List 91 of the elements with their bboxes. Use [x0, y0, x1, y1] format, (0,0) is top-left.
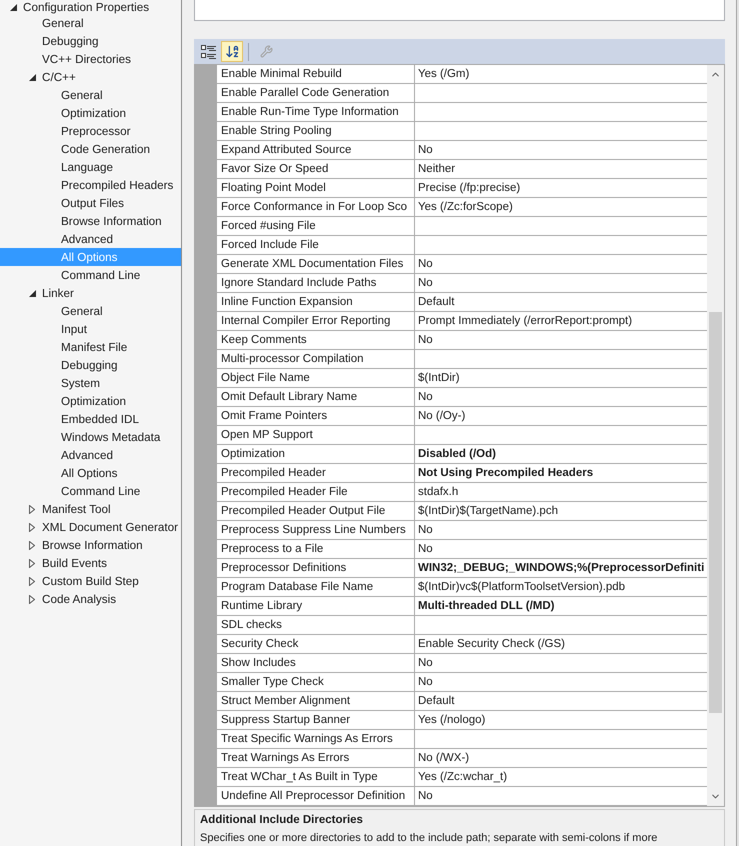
property-name[interactable]: Enable Minimal Rebuild	[217, 65, 415, 84]
property-name[interactable]: Force Conformance in For Loop Sco	[217, 198, 415, 217]
tree-item[interactable]: Debugging	[0, 32, 181, 50]
property-name[interactable]: Suppress Startup Banner	[217, 711, 415, 730]
wrench-icon	[260, 45, 272, 58]
scroll-down-button[interactable]	[707, 787, 724, 806]
collapsed-arrow-icon[interactable]	[29, 594, 35, 604]
property-name[interactable]: Floating Point Model	[217, 179, 415, 198]
collapsed-arrow-icon[interactable]	[29, 522, 35, 532]
tree-item[interactable]: XML Document Generator	[0, 518, 181, 536]
tree-item[interactable]: Preprocessor	[0, 122, 181, 140]
property-name[interactable]: Precompiled Header Output File	[217, 502, 415, 521]
property-name[interactable]: Program Database File Name	[217, 578, 415, 597]
tree-item[interactable]: C/C++	[0, 68, 181, 86]
property-name[interactable]: Expand Attributed Source	[217, 141, 415, 160]
property-name[interactable]: Treat Specific Warnings As Errors	[217, 730, 415, 749]
scroll-up-button[interactable]	[707, 65, 724, 84]
tree-item[interactable]: Linker	[0, 284, 181, 302]
property-name[interactable]: Struct Member Alignment	[217, 692, 415, 711]
tree-item[interactable]: Language	[0, 158, 181, 176]
tree-item[interactable]: Custom Build Step	[0, 572, 181, 590]
property-name[interactable]: Preprocess Suppress Line Numbers	[217, 521, 415, 540]
tree-item[interactable]: Code Analysis	[0, 590, 181, 608]
property-name[interactable]: Enable String Pooling	[217, 122, 415, 141]
tree-item[interactable]: Output Files	[0, 194, 181, 212]
tree-item[interactable]: Configuration Properties	[0, 0, 181, 14]
property-name[interactable]: Open MP Support	[217, 426, 415, 445]
property-name[interactable]: Enable Run-Time Type Information	[217, 103, 415, 122]
alphabetical-sort-button[interactable]	[221, 41, 243, 62]
property-name[interactable]: Preprocess to a File	[217, 540, 415, 559]
tree-item[interactable]: Command Line	[0, 266, 181, 284]
property-name[interactable]: Forced Include File	[217, 236, 415, 255]
tree-item[interactable]: General	[0, 302, 181, 320]
tree-item[interactable]: General	[0, 86, 181, 104]
scrollbar-thumb[interactable]	[709, 312, 722, 713]
property-name[interactable]: Enable Parallel Code Generation	[217, 84, 415, 103]
property-name[interactable]: Internal Compiler Error Reporting	[217, 312, 415, 331]
tree-item[interactable]: Command Line	[0, 482, 181, 500]
property-name[interactable]: Ignore Standard Include Paths	[217, 274, 415, 293]
tree-item[interactable]: Advanced	[0, 446, 181, 464]
sort-alphabetical-icon	[224, 44, 240, 59]
collapsed-arrow-icon[interactable]	[29, 576, 35, 586]
tree-item[interactable]: Embedded IDL	[0, 410, 181, 428]
collapsed-arrow-icon[interactable]	[29, 504, 35, 514]
tree-item[interactable]: Optimization	[0, 392, 181, 410]
expanded-arrow-icon[interactable]	[29, 290, 36, 296]
tree-item[interactable]: General	[0, 14, 181, 32]
tree-item[interactable]: VC++ Directories	[0, 50, 181, 68]
tree-item[interactable]: Code Generation	[0, 140, 181, 158]
property-name[interactable]: Keep Comments	[217, 331, 415, 350]
tree-item[interactable]: Browse Information	[0, 536, 181, 554]
tree-item[interactable]: Precompiled Headers	[0, 176, 181, 194]
property-name[interactable]: Show Includes	[217, 654, 415, 673]
property-name[interactable]: Treat WChar_t As Built in Type	[217, 768, 415, 787]
property-name[interactable]: Treat Warnings As Errors	[217, 749, 415, 768]
property-name[interactable]: Optimization	[217, 445, 415, 464]
property-name[interactable]: Multi-processor Compilation	[217, 350, 415, 369]
property-name[interactable]: SDL checks	[217, 616, 415, 635]
description-text: Specifies one or more directories to add to the include path; separate with semi-colons if more	[200, 831, 658, 846]
property-name[interactable]: Forced #using File	[217, 217, 415, 236]
tree-item[interactable]: Optimization	[0, 104, 181, 122]
tree-item[interactable]: Manifest File	[0, 338, 181, 356]
tree-item[interactable]: Browse Information	[0, 212, 181, 230]
list-icon	[200, 44, 216, 58]
property-name[interactable]: Omit Default Library Name	[217, 388, 415, 407]
text-area[interactable]	[194, 0, 725, 21]
property-name[interactable]: Inline Function Expansion	[217, 293, 415, 312]
collapsed-arrow-icon[interactable]	[29, 558, 35, 568]
property-name[interactable]: Precompiled Header	[217, 464, 415, 483]
description-title: Additional Include Directories	[200, 813, 364, 828]
tree-item[interactable]: Debugging	[0, 356, 181, 374]
property-name[interactable]: Precompiled Header File	[217, 483, 415, 502]
property-name[interactable]: Undefine All Preprocessor Definition	[217, 787, 415, 806]
property-name[interactable]: Generate XML Documentation Files	[217, 255, 415, 274]
tree-item[interactable]: Manifest Tool	[0, 500, 181, 518]
tree-item[interactable]: Build Events	[0, 554, 181, 572]
property-name[interactable]: Omit Frame Pointers	[217, 407, 415, 426]
property-name[interactable]: Smaller Type Check	[217, 673, 415, 692]
tree-item[interactable]: System	[0, 374, 181, 392]
expanded-arrow-icon[interactable]	[29, 74, 36, 80]
property-name[interactable]: Runtime Library	[217, 597, 415, 616]
property-name[interactable]: Security Check	[217, 635, 415, 654]
property-name[interactable]: Object File Name	[217, 369, 415, 388]
property-name[interactable]: Favor Size Or Speed	[217, 160, 415, 179]
tree-item[interactable]: Windows Metadata	[0, 428, 181, 446]
tree-item[interactable]: Input	[0, 320, 181, 338]
tree-item[interactable]: Advanced	[0, 230, 181, 248]
collapsed-arrow-icon[interactable]	[29, 540, 35, 550]
expanded-arrow-icon[interactable]	[10, 4, 17, 10]
tree-item[interactable]: All Options	[0, 464, 181, 482]
property-name[interactable]: Preprocessor Definitions	[217, 559, 415, 578]
